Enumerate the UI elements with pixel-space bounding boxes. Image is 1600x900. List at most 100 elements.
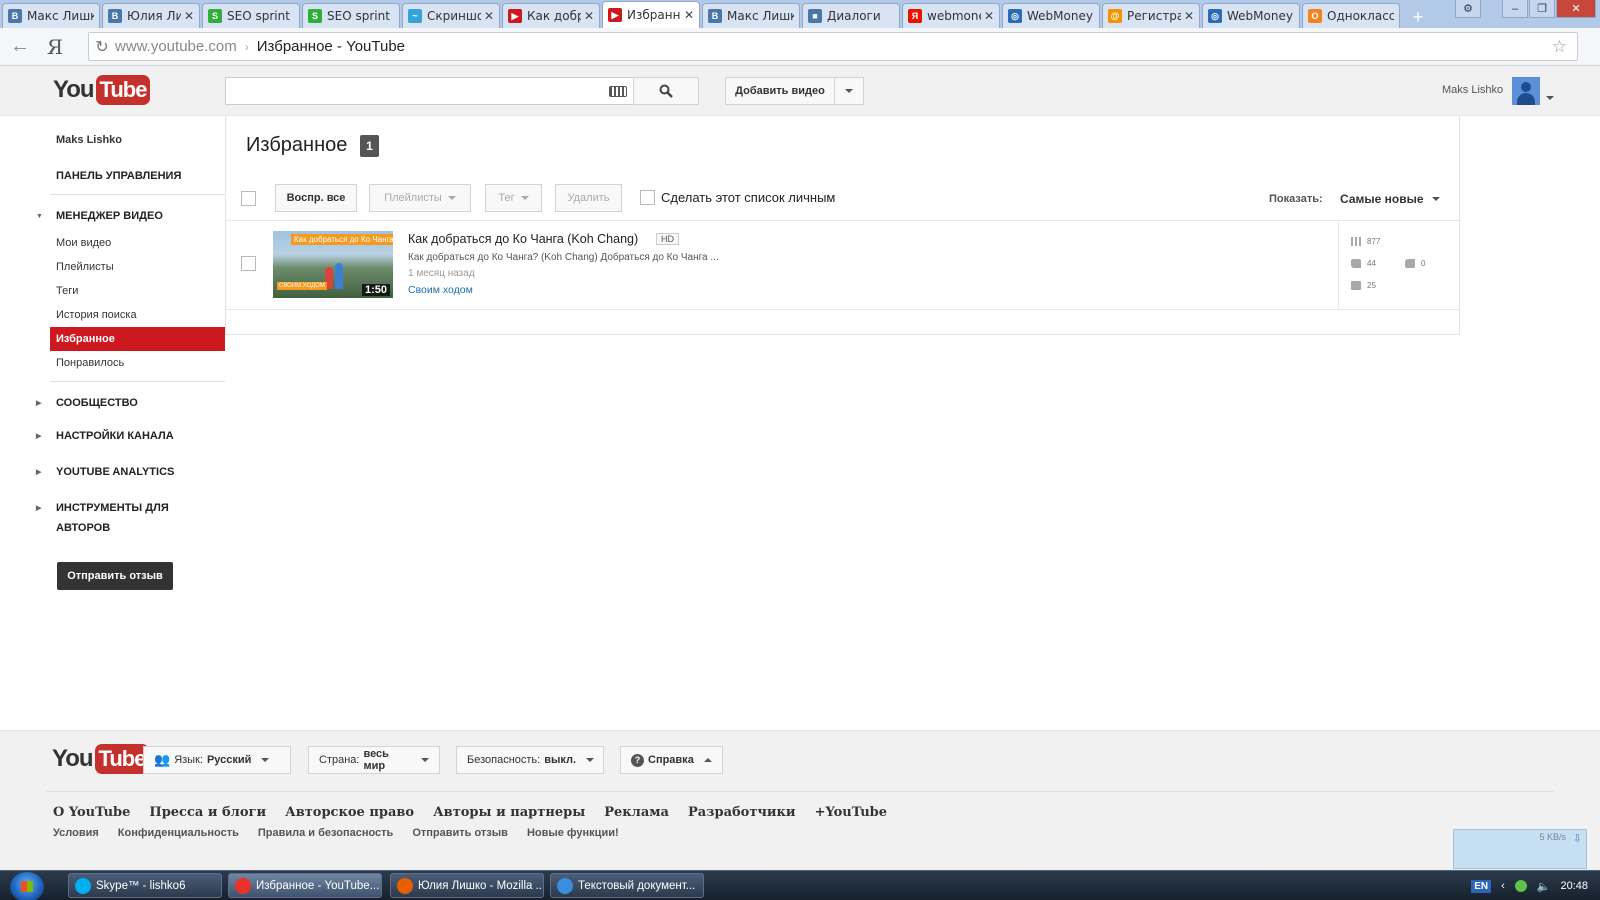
- make-private-checkbox[interactable]: [640, 190, 655, 205]
- clock[interactable]: 20:48: [1560, 880, 1588, 892]
- close-tab-icon[interactable]: ✕: [484, 9, 494, 23]
- country-picker-button[interactable]: Страна: весь мир: [308, 746, 440, 774]
- odnoklassniki-icon: О: [1308, 9, 1322, 23]
- browser-tab[interactable]: S SEO sprint: [202, 3, 300, 28]
- sidebar-item-analytics[interactable]: ▶ YOUTUBE ANALYTICS: [36, 454, 225, 490]
- channel-link[interactable]: Своим ходом: [408, 284, 473, 296]
- reload-icon[interactable]: ↻: [89, 37, 115, 57]
- close-tab-icon[interactable]: ✕: [184, 9, 194, 23]
- footer-link[interactable]: Разработчики: [688, 805, 796, 820]
- sidebar-subitem[interactable]: Понравилось: [50, 351, 225, 375]
- taskbar-button[interactable]: Избранное - YouTube...: [228, 873, 382, 898]
- video-select-checkbox[interactable]: [241, 256, 256, 271]
- likes-count: 44: [1367, 259, 1376, 268]
- back-button[interactable]: ←: [0, 35, 40, 58]
- footer-link[interactable]: Пресса и блоги: [149, 805, 266, 820]
- account-name[interactable]: Maks Lishko: [1442, 84, 1503, 96]
- browser-tab[interactable]: В Юлия Лишко✕: [102, 3, 200, 28]
- send-feedback-button[interactable]: Отправить отзыв: [57, 562, 173, 590]
- sidebar-item-channel-settings[interactable]: ▶ НАСТРОЙКИ КАНАЛА: [36, 418, 225, 454]
- browser-tab[interactable]: ▶ Избранное✕: [602, 1, 700, 28]
- keyboard-icon[interactable]: [609, 86, 627, 97]
- sidebar-subitem[interactable]: Избранное: [50, 327, 225, 351]
- sidebar-item-video-manager[interactable]: ▼ МЕНЕДЖЕР ВИДЕО: [36, 201, 225, 231]
- sidebar-item-community[interactable]: ▶ СООБЩЕСТВО: [36, 388, 225, 418]
- safety-mode-button[interactable]: Безопасность: выкл.: [456, 746, 604, 774]
- make-private-toggle[interactable]: Сделать этот список личным: [640, 190, 835, 205]
- account-menu-caret-icon[interactable]: [1546, 89, 1554, 103]
- close-tab-icon[interactable]: ✕: [984, 9, 994, 23]
- new-tab-button[interactable]: +: [1406, 6, 1430, 28]
- footer-link[interactable]: Новые функции!: [527, 827, 619, 839]
- url-field[interactable]: ↻ www.youtube.com › Избранное - YouTube …: [88, 32, 1578, 61]
- footer-link[interactable]: Конфиденциальность: [118, 827, 239, 839]
- footer-link[interactable]: Авторы и партнеры: [433, 805, 585, 820]
- video-thumbnail[interactable]: Как добраться до Ко Чанга? СВОИМ ХОДОМ 1…: [273, 231, 393, 298]
- sidebar-subitem[interactable]: История поиска: [50, 303, 225, 327]
- close-tab-icon[interactable]: ✕: [584, 9, 594, 23]
- sort-dropdown[interactable]: Самые новые: [1340, 192, 1440, 206]
- browser-tab[interactable]: B Макс Лишко: [702, 3, 800, 28]
- sidebar-item-creator-tools[interactable]: ▶ ИНСТРУМЕНТЫ ДЛЯ: [36, 490, 225, 526]
- taskbar-button[interactable]: Skype™ - lishko6: [68, 873, 222, 898]
- network-status-icon[interactable]: [1514, 880, 1527, 892]
- footer-link[interactable]: Реклама: [604, 805, 669, 820]
- table-row[interactable]: Как добраться до Ко Чанга? СВОИМ ХОДОМ 1…: [226, 222, 1459, 310]
- search-button[interactable]: [633, 77, 699, 105]
- video-title-link[interactable]: Как добраться до Ко Чанга (Koh Chang): [408, 232, 638, 246]
- delete-button[interactable]: Удалить: [555, 184, 622, 212]
- browser-tab[interactable]: ◎ WebMoney: [1202, 3, 1300, 28]
- collapsed-arrow-icon: ▶: [36, 505, 42, 512]
- footer-link[interactable]: О YouTube: [53, 805, 130, 820]
- yandex-logo-icon[interactable]: Я: [40, 35, 70, 59]
- tag-button[interactable]: Тег: [485, 184, 542, 212]
- play-all-button[interactable]: Воспр. все: [275, 184, 357, 212]
- avatar[interactable]: [1512, 77, 1540, 105]
- upload-video-button[interactable]: Добавить видео: [725, 77, 835, 105]
- sidebar: Maks Lishko ПАНЕЛЬ УПРАВЛЕНИЯ ▼ МЕНЕДЖЕР…: [36, 116, 225, 536]
- browser-tab[interactable]: ■ Диалоги: [802, 3, 900, 28]
- select-all-checkbox[interactable]: [241, 191, 256, 206]
- footer-link[interactable]: Авторское право: [285, 805, 414, 820]
- browser-tab[interactable]: ◎ WebMoney: [1002, 3, 1100, 28]
- browser-tab[interactable]: ~ Скриншоты✕: [402, 3, 500, 28]
- sidebar-item-dashboard[interactable]: ПАНЕЛЬ УПРАВЛЕНИЯ: [50, 164, 225, 188]
- logo-you-text: You: [52, 745, 94, 772]
- browser-tab[interactable]: B Макс Лишко: [2, 3, 100, 28]
- sidebar-subitem[interactable]: Мои видео: [50, 231, 225, 255]
- minimize-button[interactable]: –: [1502, 0, 1528, 18]
- volume-icon[interactable]: 🔈: [1537, 880, 1551, 893]
- close-tab-icon[interactable]: ✕: [1184, 9, 1194, 23]
- footer-link[interactable]: Отправить отзыв: [412, 827, 508, 839]
- tray-expand-icon[interactable]: ‹: [1501, 880, 1505, 892]
- upload-dropdown-button[interactable]: [834, 77, 864, 105]
- language-picker-button[interactable]: 👥 Язык: Русский: [143, 746, 291, 774]
- footer-link[interactable]: Правила и безопасность: [258, 827, 393, 839]
- keyboard-language-indicator[interactable]: EN: [1471, 879, 1492, 893]
- close-window-button[interactable]: ✕: [1556, 0, 1596, 18]
- browser-tab[interactable]: ▶ Как добраться✕: [502, 3, 600, 28]
- maximize-button[interactable]: ❐: [1529, 0, 1555, 18]
- dislikes-count: 0: [1421, 259, 1426, 268]
- youtube-logo[interactable]: You Tube: [53, 75, 151, 105]
- start-button[interactable]: [10, 872, 44, 900]
- sidebar-subitem[interactable]: Плейлисты: [50, 255, 225, 279]
- footer-link[interactable]: +YouTube: [815, 805, 887, 820]
- taskbar-button[interactable]: Текстовый документ...: [550, 873, 704, 898]
- browser-tab[interactable]: О Одноклассники: [1302, 3, 1400, 28]
- browser-tab[interactable]: S SEO sprint: [302, 3, 400, 28]
- close-tab-icon[interactable]: ✕: [684, 8, 694, 22]
- browser-settings-button[interactable]: ⚙: [1455, 0, 1481, 18]
- footer-link[interactable]: Условия: [53, 827, 99, 839]
- footer-youtube-logo[interactable]: You Tube: [52, 744, 150, 774]
- browser-tab[interactable]: Яwebmoney✕: [902, 3, 1000, 28]
- sidebar-subitem[interactable]: Теги: [50, 279, 225, 303]
- bookmark-star-icon[interactable]: ☆: [1552, 37, 1567, 57]
- expanded-arrow-icon: ▼: [36, 212, 43, 220]
- playlists-button[interactable]: Плейлисты: [369, 184, 471, 212]
- sidebar-user-name[interactable]: Maks Lishko: [50, 116, 225, 164]
- search-input[interactable]: [225, 77, 634, 105]
- browser-tab[interactable]: @ Регистрация✕: [1102, 3, 1200, 28]
- taskbar-button[interactable]: Юлия Лишко - Mozilla ...: [390, 873, 544, 898]
- help-button[interactable]: ? Справка: [620, 746, 723, 774]
